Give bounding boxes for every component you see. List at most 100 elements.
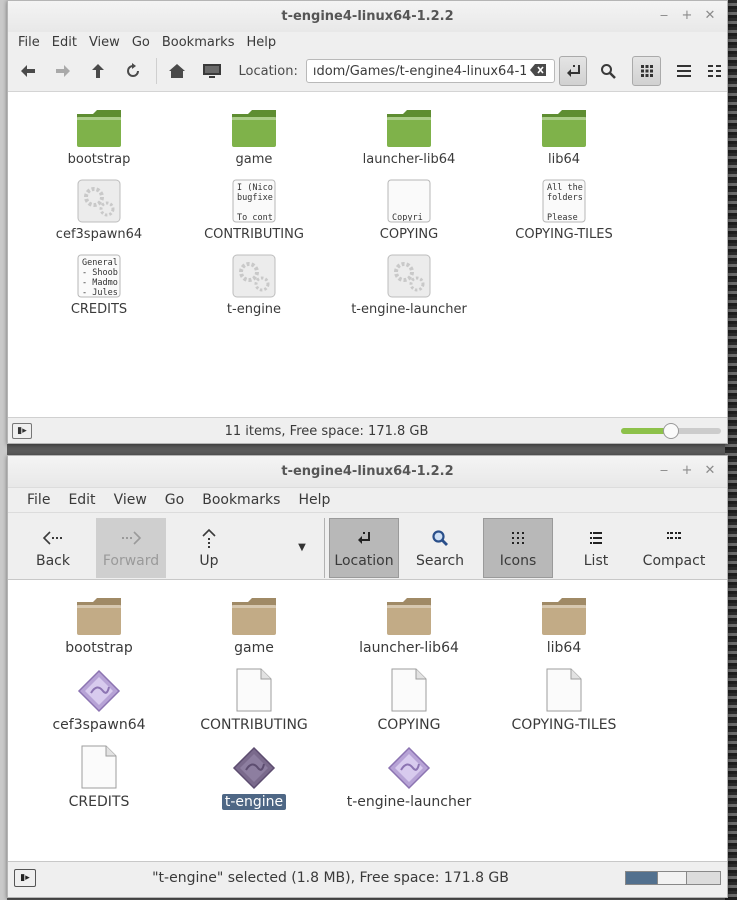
file-item[interactable]: Copyri COPYING xyxy=(334,177,484,242)
search-button[interactable]: Search xyxy=(405,518,475,578)
file-item[interactable]: t-engine xyxy=(179,252,329,317)
location-value: ıdom/Games/t-engine4-linux64-1.2.2 xyxy=(312,63,526,79)
up-button[interactable]: Up xyxy=(174,518,244,578)
compact-view-button[interactable]: Compact xyxy=(639,518,709,578)
text-file-icon: I (Nico bugfixe To cont xyxy=(232,177,276,223)
folder-item[interactable]: lib64 xyxy=(489,102,639,167)
zoom-slider-handle[interactable] xyxy=(663,423,679,439)
menu-go[interactable]: Go xyxy=(156,492,193,508)
menu-view[interactable]: View xyxy=(105,492,156,508)
toolbar-separator xyxy=(155,58,157,84)
back-button[interactable]: Back xyxy=(18,518,88,578)
menubar: File Edit View Go Bookmarks Help xyxy=(8,487,727,513)
executable-icon xyxy=(232,744,276,790)
maximize-button[interactable]: + xyxy=(680,8,694,24)
forward-icon[interactable] xyxy=(51,58,76,84)
location-toggle-icon[interactable] xyxy=(558,56,588,86)
forward-label: Forward xyxy=(102,552,160,569)
file-view[interactable]: bootstrap game launcher-lib64 lib64 cef3… xyxy=(8,91,727,417)
file-item[interactable]: t-engine xyxy=(179,744,329,810)
clear-icon[interactable] xyxy=(529,64,548,78)
folder-item[interactable]: bootstrap xyxy=(24,590,174,656)
svg-text:I (Nico: I (Nico xyxy=(237,183,273,193)
sidebar-toggle-icon[interactable]: ▮▸ xyxy=(12,423,32,439)
computer-icon[interactable] xyxy=(200,58,225,84)
file-item[interactable]: I (Nico bugfixe To cont CONTRIBUTING xyxy=(179,177,329,242)
menu-bookmarks[interactable]: Bookmarks xyxy=(193,492,289,508)
status-text: "t-engine" selected (1.8 MB), Free space… xyxy=(152,870,509,886)
folder-item[interactable]: game xyxy=(179,590,329,656)
close-button[interactable]: ✕ xyxy=(703,8,717,24)
folder-icon xyxy=(230,102,278,148)
folder-icon xyxy=(230,590,278,636)
menu-help[interactable]: Help xyxy=(289,492,339,508)
zoom-slider[interactable] xyxy=(625,871,721,885)
location-button[interactable]: Location xyxy=(329,517,399,578)
menu-file[interactable]: File xyxy=(18,492,59,508)
forward-button[interactable]: Forward xyxy=(96,517,166,578)
menu-bookmarks[interactable]: Bookmarks xyxy=(156,35,241,50)
folder-item[interactable]: lib64 xyxy=(489,590,639,656)
file-item[interactable]: COPYING-TILES xyxy=(489,667,639,733)
executable-icon xyxy=(387,252,431,298)
minimize-button[interactable]: ‒ xyxy=(657,463,671,479)
list-view-button[interactable]: List xyxy=(561,518,631,578)
file-item[interactable]: All the folders Please COPYING-TILES xyxy=(489,177,639,242)
reload-icon[interactable] xyxy=(121,58,146,84)
up-icon[interactable] xyxy=(86,58,111,84)
maximize-button[interactable]: + xyxy=(680,463,694,479)
zoom-slider-handle[interactable] xyxy=(657,872,688,884)
chevron-down-icon[interactable]: ▼ xyxy=(292,542,312,553)
folder-item[interactable]: bootstrap xyxy=(24,102,174,167)
compact-view-icon[interactable] xyxy=(702,58,727,84)
folder-item[interactable]: launcher-lib64 xyxy=(334,590,484,656)
location-label: Location xyxy=(334,552,394,569)
location-input[interactable]: ıdom/Games/t-engine4-linux64-1.2.2 xyxy=(305,59,555,83)
titlebar[interactable]: t-engine4-linux64-1.2.2 ‒ + ✕ xyxy=(8,1,727,32)
svg-text:All the: All the xyxy=(547,183,583,193)
list-view-icon[interactable] xyxy=(671,58,696,84)
menu-view[interactable]: View xyxy=(83,35,126,50)
svg-text:- Shoob: - Shoob xyxy=(82,268,118,278)
svg-text:- Madmo: - Madmo xyxy=(82,278,118,288)
folder-item[interactable]: game xyxy=(179,102,329,167)
file-item[interactable]: cef3spawn64 xyxy=(24,177,174,242)
file-view[interactable]: bootstrap game launcher-lib64 lib64 cef3… xyxy=(8,579,727,861)
file-name-label: CONTRIBUTING xyxy=(204,227,304,242)
folder-item[interactable]: launcher-lib64 xyxy=(334,102,484,167)
menu-file[interactable]: File xyxy=(12,35,46,50)
location-label: Location: xyxy=(238,63,298,79)
search-icon[interactable] xyxy=(595,58,620,84)
menu-go[interactable]: Go xyxy=(126,35,156,50)
file-item[interactable]: t-engine-launcher xyxy=(334,252,484,317)
svg-text:General: General xyxy=(82,258,118,268)
menu-help[interactable]: Help xyxy=(240,35,282,50)
file-item[interactable]: cef3spawn64 xyxy=(24,667,174,733)
minimize-button[interactable]: ‒ xyxy=(657,8,671,24)
compact-view-icon xyxy=(667,527,681,549)
file-name-label: launcher-lib64 xyxy=(359,640,459,656)
file-item[interactable]: CONTRIBUTING xyxy=(179,667,329,733)
search-icon xyxy=(431,527,449,549)
folder-icon xyxy=(75,102,123,148)
window-title: t-engine4-linux64-1.2.2 xyxy=(281,9,454,24)
icons-view-button[interactable]: Icons xyxy=(483,517,553,578)
titlebar[interactable]: t-engine4-linux64-1.2.2 ‒ + ✕ xyxy=(8,456,727,487)
home-icon[interactable] xyxy=(165,58,190,84)
menu-edit[interactable]: Edit xyxy=(59,492,104,508)
close-button[interactable]: ✕ xyxy=(703,463,717,479)
file-item[interactable]: CREDITS xyxy=(24,744,174,810)
file-item[interactable]: t-engine-launcher xyxy=(334,744,484,810)
zoom-slider[interactable] xyxy=(621,423,721,439)
back-icon[interactable] xyxy=(16,58,41,84)
folder-icon xyxy=(540,102,588,148)
icon-view-icon[interactable] xyxy=(632,56,662,86)
menu-edit[interactable]: Edit xyxy=(46,35,83,50)
document-icon xyxy=(235,667,273,713)
file-item[interactable]: General - Shoob - Madmo - Jules CREDITS xyxy=(24,252,174,317)
file-item[interactable]: COPYING xyxy=(334,667,484,733)
file-name-label: CREDITS xyxy=(68,794,130,810)
file-name-label: COPYING-TILES xyxy=(515,227,613,242)
up-icon xyxy=(200,527,218,549)
sidebar-toggle-icon[interactable]: ▮▸ xyxy=(14,869,36,887)
